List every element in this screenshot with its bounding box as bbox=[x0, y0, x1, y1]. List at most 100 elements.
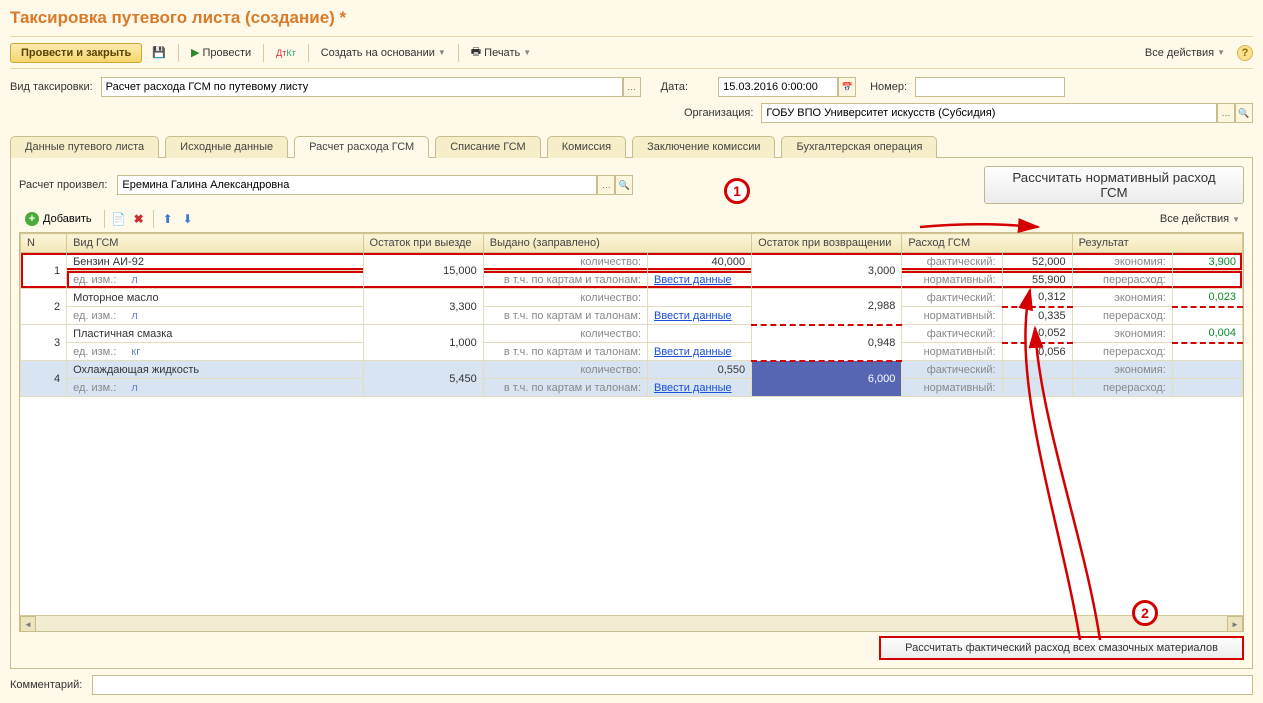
calc-actual-all-button[interactable]: Рассчитать фактический расход всех смазо… bbox=[879, 636, 1244, 660]
qty-label: количество: bbox=[483, 361, 647, 379]
move-down-button[interactable]: ⬇ bbox=[180, 211, 196, 227]
cell-actual: 0,052 bbox=[1002, 325, 1072, 343]
actual-label: фактический: bbox=[902, 289, 1002, 307]
cell-norm: 0,335 bbox=[1002, 307, 1072, 325]
cell-rest-out: 5,450 bbox=[363, 361, 483, 397]
grid-all-actions-button[interactable]: Все действия ▼ bbox=[1156, 211, 1244, 227]
table-row-sub[interactable]: ед. изм.: л в т.ч. по картам и талонам: … bbox=[21, 379, 1243, 397]
separator bbox=[308, 44, 309, 62]
delete-row-button[interactable]: ✖ bbox=[131, 211, 147, 227]
cell-actual: 0,312 bbox=[1002, 289, 1072, 307]
enter-data-link[interactable]: Ввести данные bbox=[654, 274, 732, 286]
made-by-input[interactable] bbox=[117, 175, 597, 195]
tab-commission[interactable]: Комиссия bbox=[547, 136, 626, 158]
comment-input[interactable] bbox=[92, 675, 1253, 695]
col-issued[interactable]: Выдано (заправлено) bbox=[483, 234, 751, 253]
tab-content: Расчет произвел: … 🔍 Рассчитать норматив… bbox=[10, 158, 1253, 669]
lookup-button[interactable]: … bbox=[623, 77, 641, 97]
cell-qty[interactable]: 40,000 bbox=[648, 253, 752, 271]
table-row[interactable]: 4 Охлаждающая жидкость 5,450 количество:… bbox=[21, 361, 1243, 379]
lookup-button[interactable]: … bbox=[1217, 103, 1235, 123]
calendar-button[interactable]: 📅 bbox=[838, 77, 856, 97]
cell-n: 4 bbox=[21, 361, 67, 397]
tab-writeoff[interactable]: Списание ГСМ bbox=[435, 136, 541, 158]
col-n[interactable]: N bbox=[21, 234, 67, 253]
date-input[interactable] bbox=[718, 77, 838, 97]
enter-data-link[interactable]: Ввести данные bbox=[654, 346, 732, 358]
dt-kt-button[interactable]: ДтКт bbox=[272, 46, 300, 60]
horizontal-scrollbar[interactable]: ◄ ► bbox=[20, 615, 1243, 631]
norm-label: нормативный: bbox=[902, 379, 1002, 397]
calc-normative-button[interactable]: Рассчитать нормативный расход ГСМ bbox=[984, 166, 1244, 204]
cell-rest-back[interactable]: 0,948 bbox=[752, 325, 902, 361]
table-row-sub[interactable]: ед. изм.: кг в т.ч. по картам и талонам:… bbox=[21, 343, 1243, 361]
economy-label: экономия: bbox=[1072, 253, 1172, 271]
cell-rest-back[interactable]: 2,988 bbox=[752, 289, 902, 325]
search-button[interactable]: 🔍 bbox=[615, 175, 633, 195]
play-icon: ▶ bbox=[191, 46, 199, 59]
save-icon-button[interactable]: 💾 bbox=[148, 44, 170, 61]
unit-val: л bbox=[125, 310, 137, 322]
tax-type-label: Вид таксировки: bbox=[10, 81, 97, 93]
cell-qty[interactable] bbox=[648, 325, 752, 343]
cell-rest-out: 15,000 bbox=[363, 253, 483, 289]
all-actions-button[interactable]: Все действия ▼ bbox=[1141, 45, 1229, 61]
tax-type-input[interactable] bbox=[101, 77, 623, 97]
cell-rest-back[interactable]: 6,000 bbox=[752, 361, 902, 397]
col-rest-out[interactable]: Остаток при выезде bbox=[363, 234, 483, 253]
economy-label: экономия: bbox=[1072, 325, 1172, 343]
col-type[interactable]: Вид ГСМ bbox=[67, 234, 363, 253]
unit-label: ед. изм.: bbox=[73, 382, 122, 394]
lookup-button[interactable]: … bbox=[597, 175, 615, 195]
scroll-right-button[interactable]: ► bbox=[1227, 616, 1243, 632]
table-row-sub[interactable]: ед. изм.: л в т.ч. по картам и талонам: … bbox=[21, 271, 1243, 289]
qty-label: количество: bbox=[483, 325, 647, 343]
add-row-button[interactable]: +Добавить bbox=[19, 211, 98, 227]
cell-over bbox=[1172, 343, 1242, 361]
print-button[interactable]: 🖶 Печать ▼ bbox=[467, 41, 535, 64]
cell-eco bbox=[1172, 361, 1242, 379]
col-consumption[interactable]: Расход ГСМ bbox=[902, 234, 1072, 253]
date-label: Дата: bbox=[661, 81, 692, 93]
copy-row-button[interactable]: 📄 bbox=[111, 211, 127, 227]
col-rest-back[interactable]: Остаток при возвращении bbox=[752, 234, 902, 253]
cards-label: в т.ч. по картам и талонам: bbox=[483, 307, 647, 325]
grid[interactable]: N Вид ГСМ Остаток при выезде Выдано (зап… bbox=[19, 232, 1244, 632]
tab-conclusion[interactable]: Заключение комиссии bbox=[632, 136, 775, 158]
org-input[interactable] bbox=[761, 103, 1217, 123]
unit-label: ед. изм.: bbox=[73, 310, 122, 322]
cell-qty[interactable]: 0,550 bbox=[648, 361, 752, 379]
tab-route-data[interactable]: Данные путевого листа bbox=[10, 136, 159, 158]
search-button[interactable]: 🔍 bbox=[1235, 103, 1253, 123]
submit-and-close-button[interactable]: Провести и закрыть bbox=[10, 43, 142, 63]
tab-accounting[interactable]: Бухгалтерская операция bbox=[781, 136, 937, 158]
annotation-marker-2: 2 bbox=[1132, 600, 1158, 626]
actual-label: фактический: bbox=[902, 253, 1002, 271]
submit-button[interactable]: ▶Провести bbox=[187, 44, 255, 61]
enter-data-link[interactable]: Ввести данные bbox=[654, 310, 732, 322]
scroll-left-button[interactable]: ◄ bbox=[20, 616, 36, 632]
move-up-button[interactable]: ⬆ bbox=[160, 211, 176, 227]
create-based-on-button[interactable]: Создать на основании ▼ bbox=[317, 45, 450, 61]
table-row[interactable]: 2 Моторное масло 3,300 количество: 2,988… bbox=[21, 289, 1243, 307]
cell-over bbox=[1172, 271, 1242, 289]
cell-norm: 55,900 bbox=[1002, 271, 1072, 289]
tab-fuel-calc[interactable]: Расчет расхода ГСМ bbox=[294, 136, 429, 158]
col-result[interactable]: Результат bbox=[1072, 234, 1242, 253]
cell-n: 2 bbox=[21, 289, 67, 325]
actual-label: фактический: bbox=[902, 325, 1002, 343]
help-icon[interactable]: ? bbox=[1237, 45, 1253, 61]
tab-source-data[interactable]: Исходные данные bbox=[165, 136, 288, 158]
table-row[interactable]: 1 Бензин АИ-92 15,000 количество: 40,000… bbox=[21, 253, 1243, 271]
cell-rest-out: 3,300 bbox=[363, 289, 483, 325]
enter-data-link[interactable]: Ввести данные bbox=[654, 382, 732, 394]
table-row-sub[interactable]: ед. изм.: л в т.ч. по картам и талонам: … bbox=[21, 307, 1243, 325]
number-input[interactable] bbox=[915, 77, 1065, 97]
cards-label: в т.ч. по картам и талонам: bbox=[483, 271, 647, 289]
cell-qty[interactable] bbox=[648, 289, 752, 307]
table-row[interactable]: 3 Пластичная смазка 1,000 количество: 0,… bbox=[21, 325, 1243, 343]
cell-rest-back[interactable]: 3,000 bbox=[752, 253, 902, 289]
cell-n: 1 bbox=[21, 253, 67, 289]
separator bbox=[263, 44, 264, 62]
norm-label: нормативный: bbox=[902, 307, 1002, 325]
